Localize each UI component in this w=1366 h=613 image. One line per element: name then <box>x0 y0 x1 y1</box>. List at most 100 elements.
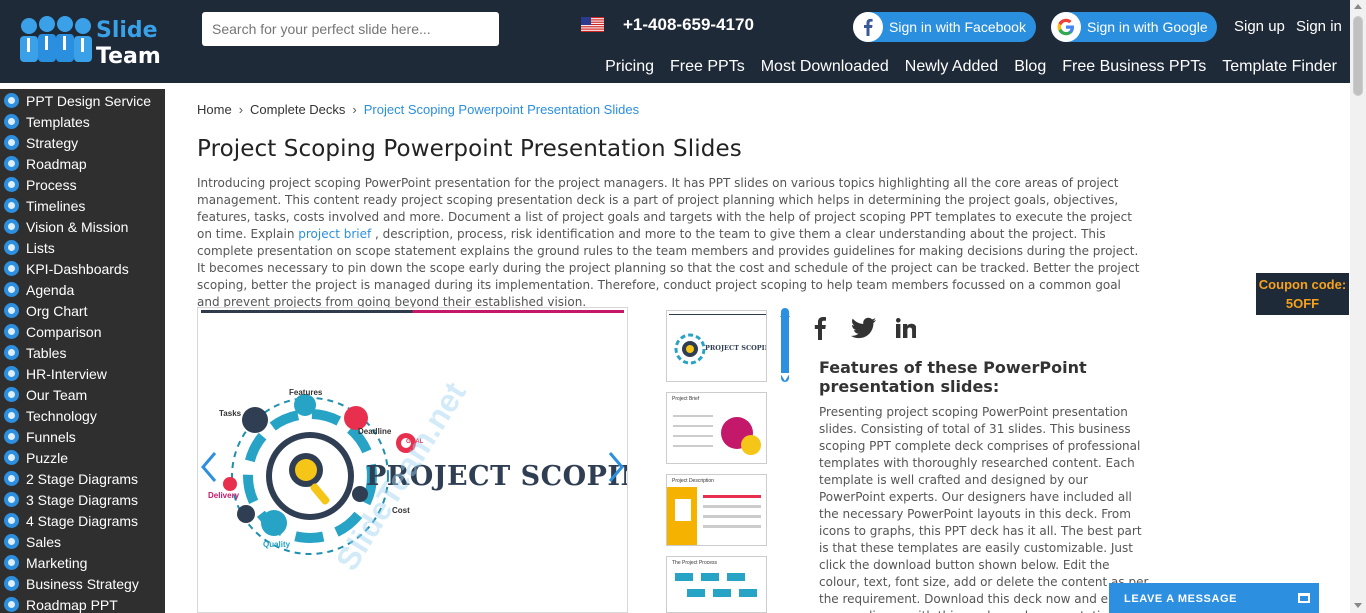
sidebar-item-vision-mission[interactable]: Vision & Mission <box>0 216 165 237</box>
sidebar-item-agenda[interactable]: Agenda <box>0 279 165 300</box>
nav-blog[interactable]: Blog <box>1014 58 1046 76</box>
phone-number[interactable]: +1-408-659-4170 <box>623 15 754 35</box>
sidebar-item-label: Roadmap <box>26 155 87 172</box>
page-scrollbar[interactable] <box>1350 0 1366 613</box>
coupon-code-badge[interactable]: Coupon code: 5OFF <box>1256 273 1349 315</box>
nav-free-business-ppts[interactable]: Free Business PPTs <box>1062 58 1206 76</box>
sidebar-item-label: Process <box>26 176 77 193</box>
sidebar-item-label: Org Chart <box>26 302 88 319</box>
team-icon <box>4 387 19 402</box>
sidebar-item-templates[interactable]: Templates <box>0 111 165 132</box>
sidebar-item-technology[interactable]: Technology <box>0 405 165 426</box>
breadcrumb-home[interactable]: Home <box>197 102 232 117</box>
scroll-up-arrow-icon[interactable] <box>1354 4 1362 9</box>
sidebar-item-roadmap[interactable]: Roadmap <box>0 153 165 174</box>
slide-label-tasks: Tasks <box>219 409 242 418</box>
thumbnail-title: The Project Process <box>672 560 718 566</box>
slide-thumbnail-2[interactable]: Project Brief <box>666 392 767 464</box>
google-signin-label: Sign in with Google <box>1087 19 1208 35</box>
sidebar-item-comparison[interactable]: Comparison <box>0 321 165 342</box>
sidebar-item-label: 2 Stage Diagrams <box>26 470 139 487</box>
sidebar-item-business-strategy[interactable]: Business Strategy <box>0 573 165 594</box>
maximize-window-icon[interactable] <box>1298 593 1310 603</box>
site-header: Slide Team +1-408-659-4170 Sign in with … <box>0 0 1350 83</box>
nav-most-downloaded[interactable]: Most Downloaded <box>761 58 889 76</box>
sidebar-item-roadmap-ppt[interactable]: Roadmap PPT <box>0 594 165 613</box>
coupon-code: 5OFF <box>1285 296 1320 311</box>
page-title: Project Scoping Powerpoint Presentation … <box>197 136 742 162</box>
stage-3-icon <box>4 492 19 507</box>
business-strategy-icon <box>4 576 19 591</box>
sidebar-item-2-stage[interactable]: 2 Stage Diagrams <box>0 468 165 489</box>
linkedin-share-icon[interactable] <box>896 316 916 340</box>
marketing-icon <box>4 555 19 570</box>
sidebar-item-label: KPI-Dashboards <box>26 260 129 277</box>
timelines-icon <box>4 198 19 213</box>
breadcrumb-current[interactable]: Project Scoping Powerpoint Presentation … <box>364 102 639 117</box>
prev-slide-arrow-icon[interactable] <box>199 451 219 483</box>
sidebar-item-label: Strategy <box>26 134 79 151</box>
search-input[interactable] <box>202 12 499 46</box>
sidebar-item-process[interactable]: Process <box>0 174 165 195</box>
twitter-share-icon[interactable] <box>851 316 876 340</box>
facebook-signin-label: Sign in with Facebook <box>889 19 1026 35</box>
nav-newly-added[interactable]: Newly Added <box>905 58 998 76</box>
breadcrumb: Home › Complete Decks › Project Scoping … <box>197 102 639 117</box>
signin-link[interactable]: Sign in <box>1296 18 1342 35</box>
sidebar-item-marketing[interactable]: Marketing <box>0 552 165 573</box>
next-slide-arrow-icon[interactable] <box>606 451 626 483</box>
sidebar-item-our-team[interactable]: Our Team <box>0 384 165 405</box>
sidebar-item-sales[interactable]: Sales <box>0 531 165 552</box>
sidebar-item-ppt-design-service[interactable]: PPT Design Service <box>0 90 165 111</box>
nav-template-finder[interactable]: Template Finder <box>1222 58 1337 76</box>
sidebar-item-kpi-dashboards[interactable]: KPI-Dashboards <box>0 258 165 279</box>
breadcrumb-complete-decks[interactable]: Complete Decks <box>250 102 345 117</box>
sidebar-item-funnels[interactable]: Funnels <box>0 426 165 447</box>
nav-pricing[interactable]: Pricing <box>605 58 654 76</box>
us-flag-icon <box>581 17 604 32</box>
facebook-signin-button[interactable]: Sign in with Facebook <box>853 12 1036 42</box>
thumb-scroll-down-icon[interactable] <box>778 370 792 382</box>
google-signin-button[interactable]: Sign in with Google <box>1051 12 1217 42</box>
leave-message-chat-button[interactable]: LEAVE A MESSAGE <box>1109 583 1319 613</box>
sidebar-item-org-chart[interactable]: Org Chart <box>0 300 165 321</box>
nav-free-ppts[interactable]: Free PPTs <box>670 58 745 76</box>
slide-label-deadline: Deadline <box>358 427 392 436</box>
sidebar-item-3-stage[interactable]: 3 Stage Diagrams <box>0 489 165 510</box>
comparison-icon <box>4 324 19 339</box>
design-service-icon <box>4 93 19 108</box>
sidebar-item-label: HR-Interview <box>26 365 107 382</box>
sidebar-item-lists[interactable]: Lists <box>0 237 165 258</box>
slide-label-features: Features <box>289 388 323 397</box>
vision-icon <box>4 219 19 234</box>
site-logo[interactable]: Slide Team <box>18 14 161 70</box>
sidebar-item-strategy[interactable]: Strategy <box>0 132 165 153</box>
main-slide-preview[interactable]: Features Tasks Deadline GOAL Delivery Co… <box>197 307 628 613</box>
slide-thumbnail-4[interactable]: The Project Process <box>666 556 767 613</box>
scroll-down-arrow-icon[interactable] <box>1354 603 1362 608</box>
features-title: Features of these PowerPoint presentatio… <box>819 358 1087 396</box>
sidebar-item-timelines[interactable]: Timelines <box>0 195 165 216</box>
sidebar-item-label: 3 Stage Diagrams <box>26 491 139 508</box>
sidebar-item-4-stage[interactable]: 4 Stage Diagrams <box>0 510 165 531</box>
sidebar-item-label: Roadmap PPT <box>26 596 118 613</box>
sidebar-item-puzzle[interactable]: Puzzle <box>0 447 165 468</box>
sidebar-item-label: Vision & Mission <box>26 218 129 235</box>
signup-link[interactable]: Sign up <box>1234 18 1285 35</box>
thumbnail-scrollbar[interactable] <box>778 308 792 613</box>
logo-text-team: Team <box>96 44 161 69</box>
thumbnail-graphic <box>667 487 761 545</box>
project-brief-link[interactable]: project brief <box>298 227 371 241</box>
thumbnail-title: Project Description <box>672 478 714 484</box>
team-people-icon <box>20 16 92 62</box>
sidebar-item-hr-interview[interactable]: HR-Interview <box>0 363 165 384</box>
sidebar-item-tables[interactable]: Tables <box>0 342 165 363</box>
facebook-share-icon[interactable] <box>813 316 827 340</box>
scrollbar-thumb[interactable] <box>1353 16 1363 96</box>
coupon-label: Coupon code: <box>1258 277 1347 292</box>
tables-icon <box>4 345 19 360</box>
sidebar-item-label: Our Team <box>26 386 88 403</box>
slide-thumbnail-3[interactable]: Project Description <box>666 474 767 546</box>
slide-thumbnail-1[interactable]: PROJECT SCOPING <box>666 310 767 382</box>
thumbnail-title: Project Brief <box>672 396 700 402</box>
